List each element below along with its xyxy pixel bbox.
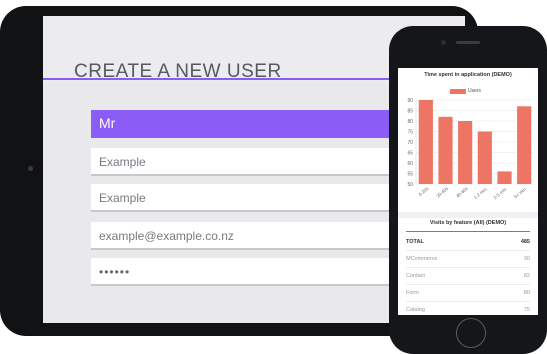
bar (458, 121, 473, 184)
salutation-select[interactable]: Mr (91, 110, 431, 138)
y-tick-label: 50 (407, 182, 413, 188)
x-tick-label: 5+ min. (513, 186, 528, 199)
table-row: Catalog 75 (406, 302, 530, 315)
y-tick-label: 75 (407, 129, 413, 135)
section-divider (398, 212, 538, 218)
phone-device: Time spent in application (DEMO) Users 5… (389, 26, 547, 354)
row-label: TOTAL (406, 239, 424, 245)
table-title-rule (406, 231, 530, 232)
row-value: 90 (523, 256, 530, 262)
table-row: TOTAL 485 (406, 234, 530, 251)
x-tick-label: 40-60s (455, 185, 469, 198)
bar (497, 171, 512, 184)
camera-icon (441, 40, 446, 45)
bar (418, 100, 433, 184)
phone-home-button[interactable] (456, 318, 486, 348)
x-tick-label: 20-40s (435, 185, 449, 198)
y-tick-label: 90 (407, 98, 413, 104)
bar (438, 116, 453, 184)
phone-screen: Time spent in application (DEMO) Users 5… (398, 68, 538, 315)
x-tick-label: 1-2 min. (473, 186, 489, 200)
bar (517, 106, 532, 184)
y-tick-label: 70 (407, 140, 413, 146)
row-label: Contact (406, 273, 425, 279)
row-label: MCommerce (406, 256, 438, 262)
table-row: Contact 82 (406, 268, 530, 285)
row-value: 485 (520, 239, 530, 245)
table-row: MCommerce 90 (406, 251, 530, 268)
email-field[interactable]: example@example.co.nz (91, 222, 431, 250)
row-label: Catalog (406, 307, 425, 313)
table-row: Form 80 (406, 285, 530, 302)
x-tick-label: 2-5 min. (492, 186, 508, 200)
tablet-home-button (28, 166, 33, 171)
time-spent-chart: 50 55 60 65 70 75 80 85 90 0-20s 20-40s 40-60s 1-2 m… (407, 98, 534, 200)
bar (477, 131, 492, 184)
table-title: Visits by feature (All) (DEMO) (429, 220, 507, 226)
y-tick-label: 80 (407, 119, 413, 125)
row-value: 75 (523, 307, 530, 313)
row-value: 82 (523, 273, 530, 279)
row-label: Form (406, 290, 419, 296)
speaker-grille (456, 41, 480, 44)
password-field[interactable]: •••••• (91, 258, 431, 286)
y-tick-label: 60 (407, 161, 413, 167)
first-name-field[interactable]: Example (91, 148, 431, 176)
y-tick-label: 55 (407, 171, 413, 177)
last-name-field[interactable]: Example (91, 184, 431, 212)
x-tick-label: 0-20s (418, 185, 430, 197)
page-title: CREATE A NEW USER (74, 61, 282, 82)
chart-title: Time spent in application (DEMO) (424, 72, 512, 78)
row-value: 80 (523, 290, 530, 296)
y-tick-label: 85 (407, 108, 413, 114)
y-tick-label: 65 (407, 150, 413, 156)
